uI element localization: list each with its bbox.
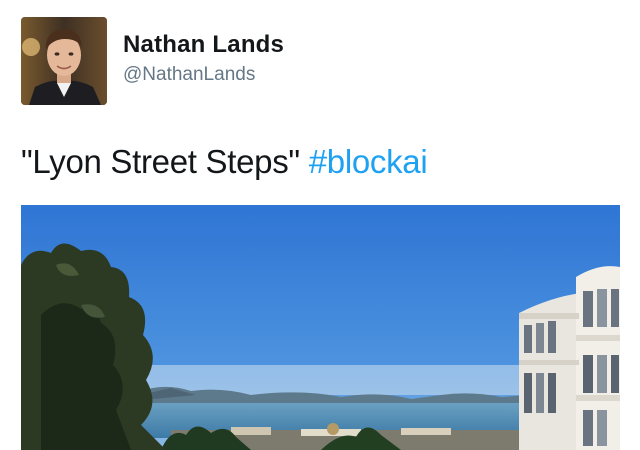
- tweet-photo[interactable]: [21, 205, 620, 450]
- tweet-card: Nathan Lands @NathanLands "Lyon Street S…: [0, 0, 640, 450]
- avatar-image: [21, 17, 107, 105]
- tweet-text-body: "Lyon Street Steps": [21, 143, 300, 180]
- author-name[interactable]: Nathan Lands: [123, 31, 284, 59]
- author-handle[interactable]: @NathanLands: [123, 64, 255, 86]
- hashtag-link[interactable]: #blockai: [309, 143, 428, 180]
- tweet-text: "Lyon Street Steps" #blockai: [21, 143, 428, 181]
- avatar[interactable]: [21, 17, 107, 105]
- landscape-photo: [21, 205, 620, 450]
